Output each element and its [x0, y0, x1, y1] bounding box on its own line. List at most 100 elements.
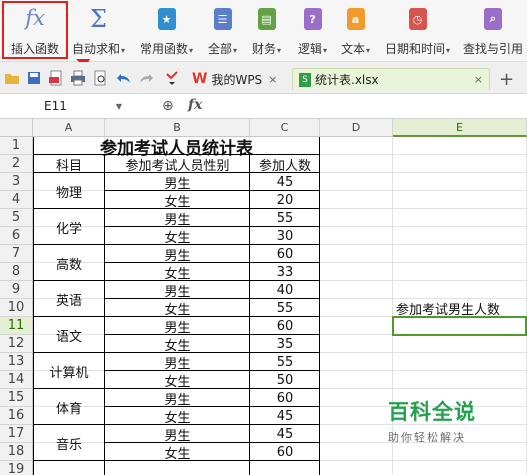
new-tab-button[interactable]: +: [493, 68, 520, 90]
row-header-11[interactable]: 11: [0, 317, 33, 335]
selected-cell-e11[interactable]: [392, 316, 527, 336]
print-preview-icon[interactable]: [92, 70, 108, 86]
undo-icon[interactable]: [116, 70, 132, 86]
formula-bar: E11 ▼ ⊕ fx: [0, 95, 527, 119]
count-cell[interactable]: 50: [250, 371, 320, 389]
row-header-8[interactable]: 8: [0, 263, 33, 281]
gender-cell[interactable]: 男生: [105, 245, 250, 264]
subject-cell[interactable]: 物理: [33, 173, 105, 209]
autosum-button[interactable]: Σ 自动求和▾: [72, 4, 125, 58]
common-functions-button[interactable]: ★ 常用函数▾: [140, 4, 193, 58]
gender-cell[interactable]: 女生: [105, 299, 250, 318]
gender-cell[interactable]: 女生: [105, 407, 250, 426]
row-header-4[interactable]: 4: [0, 191, 33, 209]
open-folder-icon[interactable]: [4, 70, 20, 86]
subject-cell[interactable]: 英语: [33, 281, 105, 317]
label-cell-e10[interactable]: 参加考试男生人数: [396, 299, 527, 318]
row-header-6[interactable]: 6: [0, 227, 33, 245]
chevron-down-icon[interactable]: ▼: [116, 97, 122, 116]
gender-cell[interactable]: 女生: [105, 227, 250, 246]
row-header-19[interactable]: 19: [0, 461, 33, 475]
gender-cell[interactable]: 男生: [105, 317, 250, 336]
column-header-a[interactable]: A: [33, 119, 105, 137]
subject-cell[interactable]: 音乐: [33, 425, 105, 461]
row-header-5[interactable]: 5: [0, 209, 33, 227]
count-cell[interactable]: 40: [250, 281, 320, 299]
count-cell[interactable]: 45: [250, 173, 320, 191]
print-icon[interactable]: [70, 70, 86, 86]
logic-button[interactable]: ? 逻辑▾: [298, 4, 327, 58]
clock-book-icon: ◷: [408, 8, 427, 30]
row-header-1[interactable]: 1: [0, 137, 33, 155]
date-time-button[interactable]: ◷ 日期和时间▾: [385, 4, 450, 58]
row-header-2[interactable]: 2: [0, 155, 33, 173]
row-header-17[interactable]: 17: [0, 425, 33, 443]
count-cell[interactable]: 20: [250, 191, 320, 209]
gender-cell[interactable]: 女生: [105, 263, 250, 282]
row-header-7[interactable]: 7: [0, 245, 33, 263]
insert-function-button[interactable]: fx 插入函数: [2, 1, 68, 59]
count-cell[interactable]: 55: [250, 353, 320, 371]
count-cell[interactable]: 60: [250, 443, 320, 461]
count-cell[interactable]: 45: [250, 407, 320, 425]
column-header-e[interactable]: E: [393, 119, 527, 137]
table-title[interactable]: 参加考试人员统计表: [33, 137, 320, 159]
table-header[interactable]: 科目: [33, 155, 105, 174]
row-header-9[interactable]: 9: [0, 281, 33, 299]
subject-cell[interactable]: 语文: [33, 317, 105, 353]
subject-cell[interactable]: 计算机: [33, 353, 105, 389]
row-header-10[interactable]: 10: [0, 299, 33, 317]
finance-button[interactable]: ▤ 财务▾: [252, 4, 281, 58]
gender-cell[interactable]: 女生: [105, 371, 250, 390]
gender-cell[interactable]: 男生: [105, 389, 250, 408]
gender-cell[interactable]: 男生: [105, 353, 250, 372]
table-header[interactable]: 参加人数: [250, 155, 320, 174]
count-cell[interactable]: 60: [250, 389, 320, 407]
row-header-3[interactable]: 3: [0, 173, 33, 191]
gender-cell[interactable]: 男生: [105, 281, 250, 300]
pdf-export-icon[interactable]: [48, 70, 64, 86]
close-icon[interactable]: ×: [268, 73, 277, 86]
all-functions-button[interactable]: ☰ 全部▾: [208, 4, 237, 58]
subject-cell[interactable]: 高数: [33, 245, 105, 281]
gender-cell[interactable]: 女生: [105, 335, 250, 354]
gender-cell[interactable]: 女生: [105, 191, 250, 210]
name-box[interactable]: E11 ▼: [4, 97, 124, 116]
redo-icon[interactable]: [138, 70, 154, 86]
gender-cell[interactable]: 男生: [105, 209, 250, 228]
count-cell[interactable]: 55: [250, 299, 320, 317]
row-header-14[interactable]: 14: [0, 371, 33, 389]
subject-cell[interactable]: 体育: [33, 389, 105, 425]
count-cell[interactable]: 60: [250, 245, 320, 263]
gender-cell[interactable]: 男生: [105, 173, 250, 192]
close-icon[interactable]: ×: [474, 73, 483, 86]
text-button[interactable]: a 文本▾: [341, 4, 370, 58]
row-header-12[interactable]: 12: [0, 335, 33, 353]
column-header-c[interactable]: C: [250, 119, 320, 137]
tab-my-wps[interactable]: W 我的WPS ×: [186, 68, 283, 90]
row-header-15[interactable]: 15: [0, 389, 33, 407]
subject-cell[interactable]: 化学: [33, 209, 105, 245]
gender-cell[interactable]: 女生: [105, 443, 250, 462]
count-cell[interactable]: 45: [250, 425, 320, 443]
insert-function-fx-icon[interactable]: fx: [188, 97, 202, 113]
zoom-icon[interactable]: ⊕: [162, 98, 174, 114]
select-all-corner[interactable]: [0, 119, 33, 137]
count-cell[interactable]: 60: [250, 317, 320, 335]
lookup-reference-button[interactable]: ⌕ 查找与引用: [463, 4, 523, 58]
save-icon[interactable]: [26, 70, 42, 86]
row-header-16[interactable]: 16: [0, 407, 33, 425]
row-header-13[interactable]: 13: [0, 353, 33, 371]
count-cell[interactable]: 30: [250, 227, 320, 245]
table-border: [33, 154, 320, 155]
gender-cell[interactable]: 男生: [105, 425, 250, 444]
tab-statistics-workbook[interactable]: S 统计表.xlsx ×: [292, 68, 490, 90]
column-header-d[interactable]: D: [320, 119, 393, 137]
count-cell[interactable]: 35: [250, 335, 320, 353]
count-cell[interactable]: 33: [250, 263, 320, 281]
row-header-18[interactable]: 18: [0, 443, 33, 461]
count-cell[interactable]: 55: [250, 209, 320, 227]
autosum-label: 自动求和: [72, 42, 121, 56]
table-header[interactable]: 参加考试人员性别: [105, 155, 250, 174]
customize-toolbar-icon[interactable]: [164, 70, 180, 86]
